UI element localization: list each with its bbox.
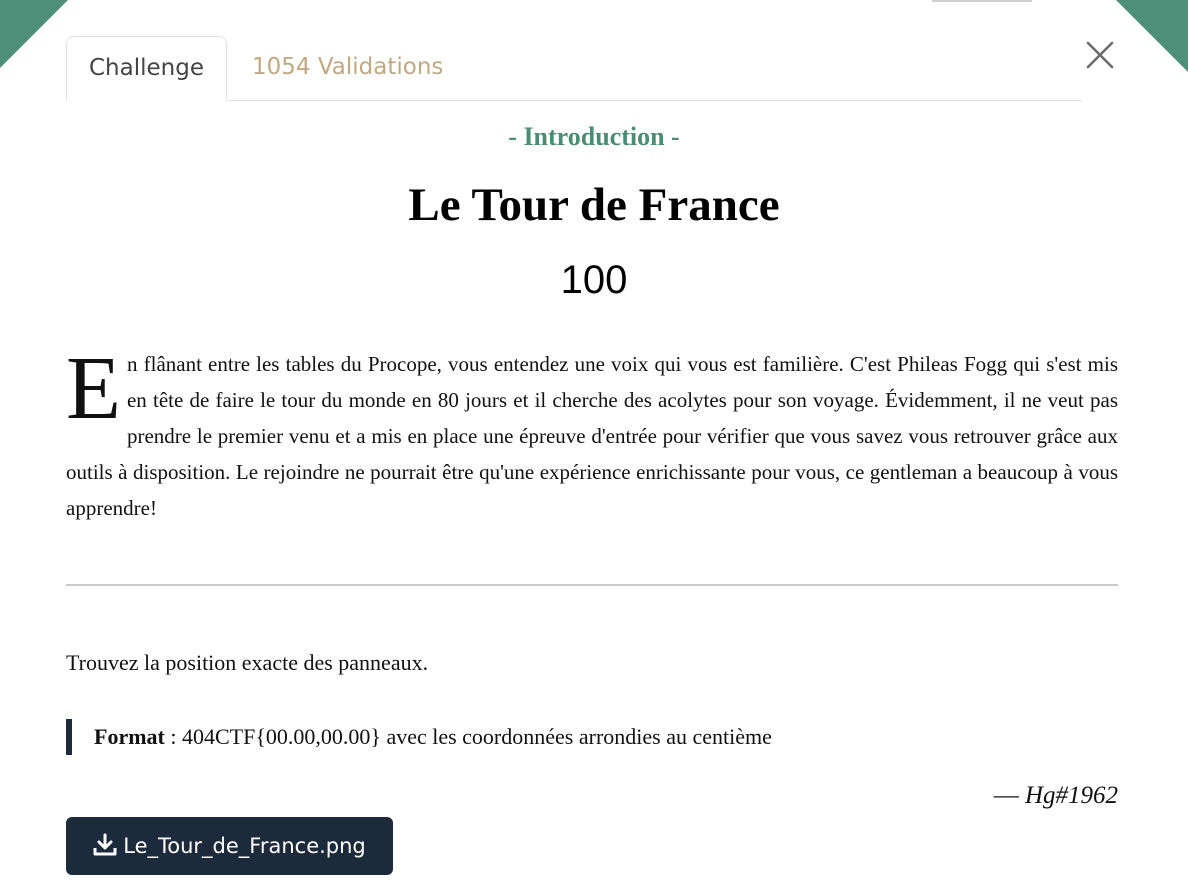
challenge-author: — Hg#1962 bbox=[994, 782, 1118, 810]
tab-challenge[interactable]: Challenge bbox=[66, 36, 227, 101]
corner-decoration-left bbox=[0, 0, 68, 68]
top-divider-fragment bbox=[932, 0, 1032, 2]
download-file-button[interactable]: Le_Tour_de_France.png bbox=[66, 817, 393, 875]
description-text: n flânant entre les tables du Procope, v… bbox=[66, 352, 1118, 520]
tab-validations[interactable]: 1054 Validations bbox=[252, 36, 443, 99]
format-text: : 404CTF{00.00,00.00} avec les coordonné… bbox=[164, 724, 772, 749]
challenge-instruction: Trouvez la position exacte des panneaux. bbox=[66, 650, 429, 675]
format-blockquote: Format : 404CTF{00.00,00.00} avec les co… bbox=[66, 719, 772, 755]
challenge-points: 100 bbox=[560, 258, 628, 302]
section-divider bbox=[66, 584, 1118, 586]
challenge-title: Le Tour de France bbox=[408, 179, 780, 231]
format-label: Format bbox=[94, 724, 165, 749]
drop-cap-letter: E bbox=[66, 339, 121, 438]
download-file-name: Le_Tour_de_France.png bbox=[123, 834, 366, 858]
download-icon bbox=[93, 833, 117, 856]
close-icon bbox=[1086, 41, 1114, 69]
corner-decoration-right bbox=[1116, 0, 1188, 72]
challenge-description: En flânant entre les tables du Procope, … bbox=[66, 339, 1118, 526]
challenge-category: - Introduction - bbox=[508, 122, 680, 151]
author-name: Hg#1962 bbox=[1024, 782, 1118, 809]
close-button[interactable] bbox=[1083, 38, 1117, 72]
tab-bar: Challenge 1054 Validations bbox=[66, 36, 1082, 101]
author-dash: — bbox=[993, 782, 1025, 809]
